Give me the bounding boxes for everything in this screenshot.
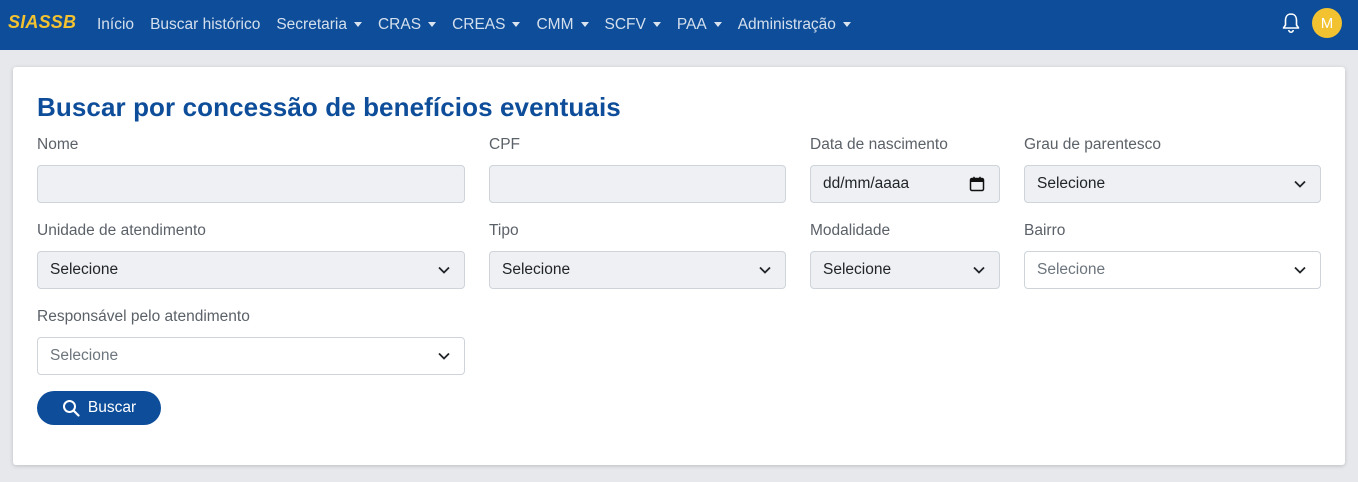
parentesco-select[interactable]: Selecione bbox=[1024, 165, 1321, 203]
nav-item-paa[interactable]: PAA bbox=[677, 16, 722, 34]
nav-label: SCFV bbox=[604, 16, 646, 33]
unidade-select[interactable]: Selecione bbox=[37, 251, 465, 289]
cpf-input[interactable] bbox=[489, 165, 786, 203]
calendar-icon[interactable] bbox=[969, 176, 985, 192]
tipo-select[interactable]: Selecione bbox=[489, 251, 786, 289]
caret-down-icon bbox=[842, 21, 851, 27]
caret-down-icon bbox=[428, 21, 437, 27]
search-button[interactable]: Buscar bbox=[37, 391, 161, 425]
chevron-down-icon bbox=[438, 352, 450, 360]
modalidade-label: Modalidade bbox=[810, 222, 891, 239]
cpf-label: CPF bbox=[489, 136, 520, 153]
parentesco-value: Selecione bbox=[1037, 175, 1106, 192]
search-card: Buscar por concessão de benefícios event… bbox=[13, 67, 1345, 465]
unidade-label: Unidade de atendimento bbox=[37, 222, 206, 239]
modalidade-select[interactable]: Selecione bbox=[810, 251, 1000, 289]
nav-label: CMM bbox=[536, 16, 574, 33]
bairro-value: Selecione bbox=[1037, 261, 1106, 278]
nav-menu: Início Buscar histórico Secretaria CRAS … bbox=[97, 0, 867, 50]
responsavel-value: Selecione bbox=[50, 347, 119, 364]
nav-item-administracao[interactable]: Administração bbox=[738, 16, 851, 34]
top-navbar: SIASSB Início Buscar histórico Secretari… bbox=[0, 0, 1358, 50]
search-button-label: Buscar bbox=[87, 399, 137, 416]
nav-item-creas[interactable]: CREAS bbox=[452, 16, 521, 34]
nav-label: Secretaria bbox=[276, 16, 347, 33]
page-title: Buscar por concessão de benefícios event… bbox=[37, 92, 621, 122]
bell-icon[interactable] bbox=[1281, 12, 1301, 34]
nav-item-inicio[interactable]: Início bbox=[97, 16, 134, 34]
chevron-down-icon bbox=[973, 266, 985, 274]
bairro-select[interactable]: Selecione bbox=[1024, 251, 1321, 289]
user-avatar[interactable]: M bbox=[1312, 8, 1342, 38]
responsavel-select[interactable]: Selecione bbox=[37, 337, 465, 375]
search-icon bbox=[62, 400, 80, 417]
chevron-down-icon bbox=[1294, 266, 1306, 274]
responsavel-label: Responsável pelo atendimento bbox=[37, 308, 250, 325]
nav-item-secretaria[interactable]: Secretaria bbox=[276, 16, 362, 34]
parentesco-label: Grau de parentesco bbox=[1024, 136, 1162, 153]
brand-logo[interactable]: SIASSB bbox=[8, 12, 76, 33]
nome-input[interactable] bbox=[37, 165, 465, 203]
nascimento-date-input[interactable]: dd/mm/aaaa bbox=[810, 165, 1000, 203]
chevron-down-icon bbox=[438, 266, 450, 274]
nav-label: Buscar histórico bbox=[150, 16, 261, 33]
nav-label: Administração bbox=[737, 16, 836, 33]
nascimento-label: Data de nascimento bbox=[810, 136, 948, 153]
unidade-value: Selecione bbox=[50, 261, 119, 278]
caret-down-icon bbox=[353, 21, 362, 27]
bairro-label: Bairro bbox=[1024, 222, 1066, 239]
nav-item-buscar-historico[interactable]: Buscar histórico bbox=[150, 16, 260, 34]
caret-down-icon bbox=[580, 21, 589, 27]
nav-label: CRAS bbox=[377, 16, 422, 33]
tipo-label: Tipo bbox=[489, 222, 519, 239]
chevron-down-icon bbox=[759, 266, 771, 274]
nav-item-cmm[interactable]: CMM bbox=[536, 16, 589, 34]
caret-down-icon bbox=[512, 21, 521, 27]
tipo-value: Selecione bbox=[502, 261, 571, 278]
nav-label: Início bbox=[97, 16, 135, 33]
nav-label: PAA bbox=[676, 16, 707, 33]
nome-label: Nome bbox=[37, 136, 79, 153]
nav-item-cras[interactable]: CRAS bbox=[377, 16, 437, 34]
caret-down-icon bbox=[652, 21, 661, 27]
nav-label: CREAS bbox=[452, 16, 506, 33]
nav-item-scfv[interactable]: SCFV bbox=[605, 16, 661, 34]
caret-down-icon bbox=[713, 21, 722, 27]
chevron-down-icon bbox=[1294, 180, 1306, 188]
